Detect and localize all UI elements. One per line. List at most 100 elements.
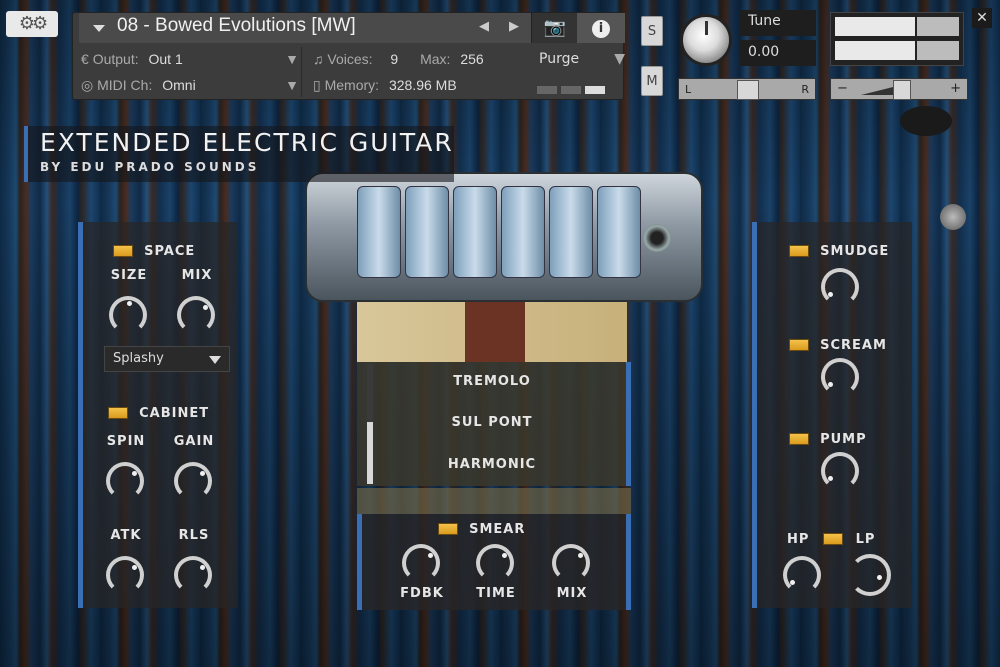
reverb-type-value: Splashy [113, 351, 164, 366]
bridge-saddle [597, 186, 641, 278]
articulation-sul-pont[interactable]: SUL PONT [357, 415, 627, 430]
pan-slider[interactable]: L R [678, 78, 816, 100]
output-dropdown-icon: ▼ [285, 51, 299, 67]
time-label: TIME [476, 586, 516, 601]
hp-label: HP [787, 532, 810, 547]
scream-label: SCREAM [820, 338, 887, 353]
tune-value[interactable]: 0.00 [740, 40, 816, 66]
midi-label: MIDI Ch: [97, 77, 153, 93]
volume-handle[interactable] [893, 80, 911, 100]
release-knob[interactable] [174, 556, 212, 594]
size-knob[interactable] [109, 296, 147, 334]
cpu-meter [537, 79, 609, 98]
lowpass-knob[interactable] [849, 554, 891, 596]
space-toggle[interactable] [113, 244, 133, 257]
output-value: Out 1 [148, 51, 183, 67]
snapshot-camera-button[interactable]: 📷 [531, 13, 578, 43]
midi-dropdown-icon: ▼ [285, 77, 299, 93]
midi-value: Omni [162, 77, 196, 93]
instrument-menu-icon[interactable] [93, 25, 105, 32]
feedback-knob[interactable] [402, 544, 440, 582]
cabinet-section-header: CABINET [108, 402, 209, 421]
pump-label: PUMP [820, 432, 867, 447]
product-title: EXTENDED ELECTRIC GUITAR [40, 128, 454, 157]
smudge-toggle[interactable] [789, 244, 809, 257]
volume-minus-icon[interactable]: − [837, 81, 848, 96]
solo-button[interactable]: S [641, 16, 663, 46]
midi-channel-selector[interactable]: ◎ MIDI Ch: Omni ▼ [81, 73, 299, 97]
instrument-header: 08 - Bowed Evolutions [MW] ◀ ▶ 📷 i € Out… [72, 12, 625, 100]
release-label: RLS [178, 528, 210, 543]
scream-toggle[interactable] [789, 338, 809, 351]
bridge-saddle [501, 186, 545, 278]
filter-toggle[interactable] [822, 532, 843, 545]
instrument-name[interactable]: 08 - Bowed Evolutions [MW] [117, 15, 356, 37]
purge-label: Purge [539, 51, 580, 67]
attack-knob[interactable] [106, 556, 144, 594]
voices-field: ♫ Voices: 9 Max: 256 [313, 47, 523, 71]
memory-value: 328.96 MB [388, 77, 457, 93]
header-divider [301, 47, 302, 97]
gear-icon: ⚙⚙ [18, 13, 48, 34]
camera-icon: 📷 [543, 17, 567, 38]
output-level-meter [830, 12, 964, 66]
reverb-type-dropdown[interactable]: Splashy [104, 346, 230, 372]
cabinet-toggle[interactable] [108, 406, 128, 419]
space-label: SPACE [144, 244, 196, 259]
midi-icon: ◎ [81, 77, 94, 93]
gain-knob[interactable] [174, 462, 212, 500]
pan-center-handle[interactable] [737, 80, 759, 100]
smear-mix-knob[interactable] [552, 544, 590, 582]
articulation-panel: TREMOLO SUL PONT HARMONIC [357, 362, 631, 486]
mute-button[interactable]: M [641, 66, 663, 96]
cabinet-label: CABINET [139, 406, 210, 421]
memory-label: Memory: [324, 77, 380, 93]
space-mix-knob[interactable] [177, 296, 215, 334]
spin-label: SPIN [106, 434, 146, 449]
volume-plus-icon[interactable]: + [950, 81, 961, 96]
chevron-down-icon [209, 356, 221, 364]
smudge-section-header: SMUDGE [789, 240, 889, 259]
highpass-knob[interactable] [783, 556, 821, 594]
pump-knob[interactable] [821, 452, 859, 490]
pump-toggle[interactable] [789, 432, 809, 445]
memory-field: ▯ Memory: 328.96 MB [313, 73, 523, 97]
close-icon: ✕ [976, 10, 988, 26]
smear-panel: SMEAR FDBK TIME MIX [357, 514, 631, 610]
smear-label: SMEAR [469, 522, 526, 537]
right-effects-panel: SMUDGE SCREAM PUMP HP LP [752, 222, 912, 608]
output-selector[interactable]: € Output: Out 1 ▼ [81, 47, 299, 71]
size-label: SIZE [110, 268, 148, 283]
spin-knob[interactable] [106, 462, 144, 500]
bridge-saddle [453, 186, 497, 278]
bridge-screw [643, 224, 671, 252]
screw-decoration [940, 204, 966, 230]
info-button[interactable]: i [577, 13, 625, 43]
prev-instrument-button[interactable]: ◀ [479, 19, 489, 34]
max-voices-label: Max: [420, 51, 451, 67]
time-knob[interactable] [476, 544, 514, 582]
smudge-label: SMUDGE [820, 244, 890, 259]
volume-slider[interactable]: − + [830, 78, 968, 100]
bridge-saddle [549, 186, 593, 278]
purge-menu[interactable]: Purge ▼ [531, 47, 631, 71]
smudge-knob[interactable] [821, 268, 859, 306]
articulation-harmonic[interactable]: HARMONIC [357, 457, 627, 472]
info-icon: i [592, 19, 610, 38]
smear-toggle[interactable] [438, 522, 458, 535]
brand-banner: EXTENDED ELECTRIC GUITAR BY EDU PRADO SO… [24, 126, 454, 182]
max-voices-value[interactable]: 256 [460, 51, 483, 67]
pump-section-header: PUMP [789, 428, 867, 447]
close-button[interactable]: ✕ [972, 8, 992, 28]
articulation-tremolo[interactable]: TREMOLO [357, 374, 627, 389]
next-instrument-button[interactable]: ▶ [509, 19, 519, 34]
articulation-scroll-thumb[interactable] [367, 422, 373, 484]
smear-mix-label: MIX [556, 586, 588, 601]
product-subtitle: BY EDU PRADO SOUNDS [40, 160, 260, 174]
divider-strip [357, 488, 631, 514]
settings-gear-button[interactable]: ⚙⚙ [6, 11, 58, 37]
scream-knob[interactable] [821, 358, 859, 396]
attack-label: ATK [110, 528, 142, 543]
tune-knob[interactable] [680, 14, 732, 66]
purge-dropdown-icon: ▼ [614, 51, 625, 67]
